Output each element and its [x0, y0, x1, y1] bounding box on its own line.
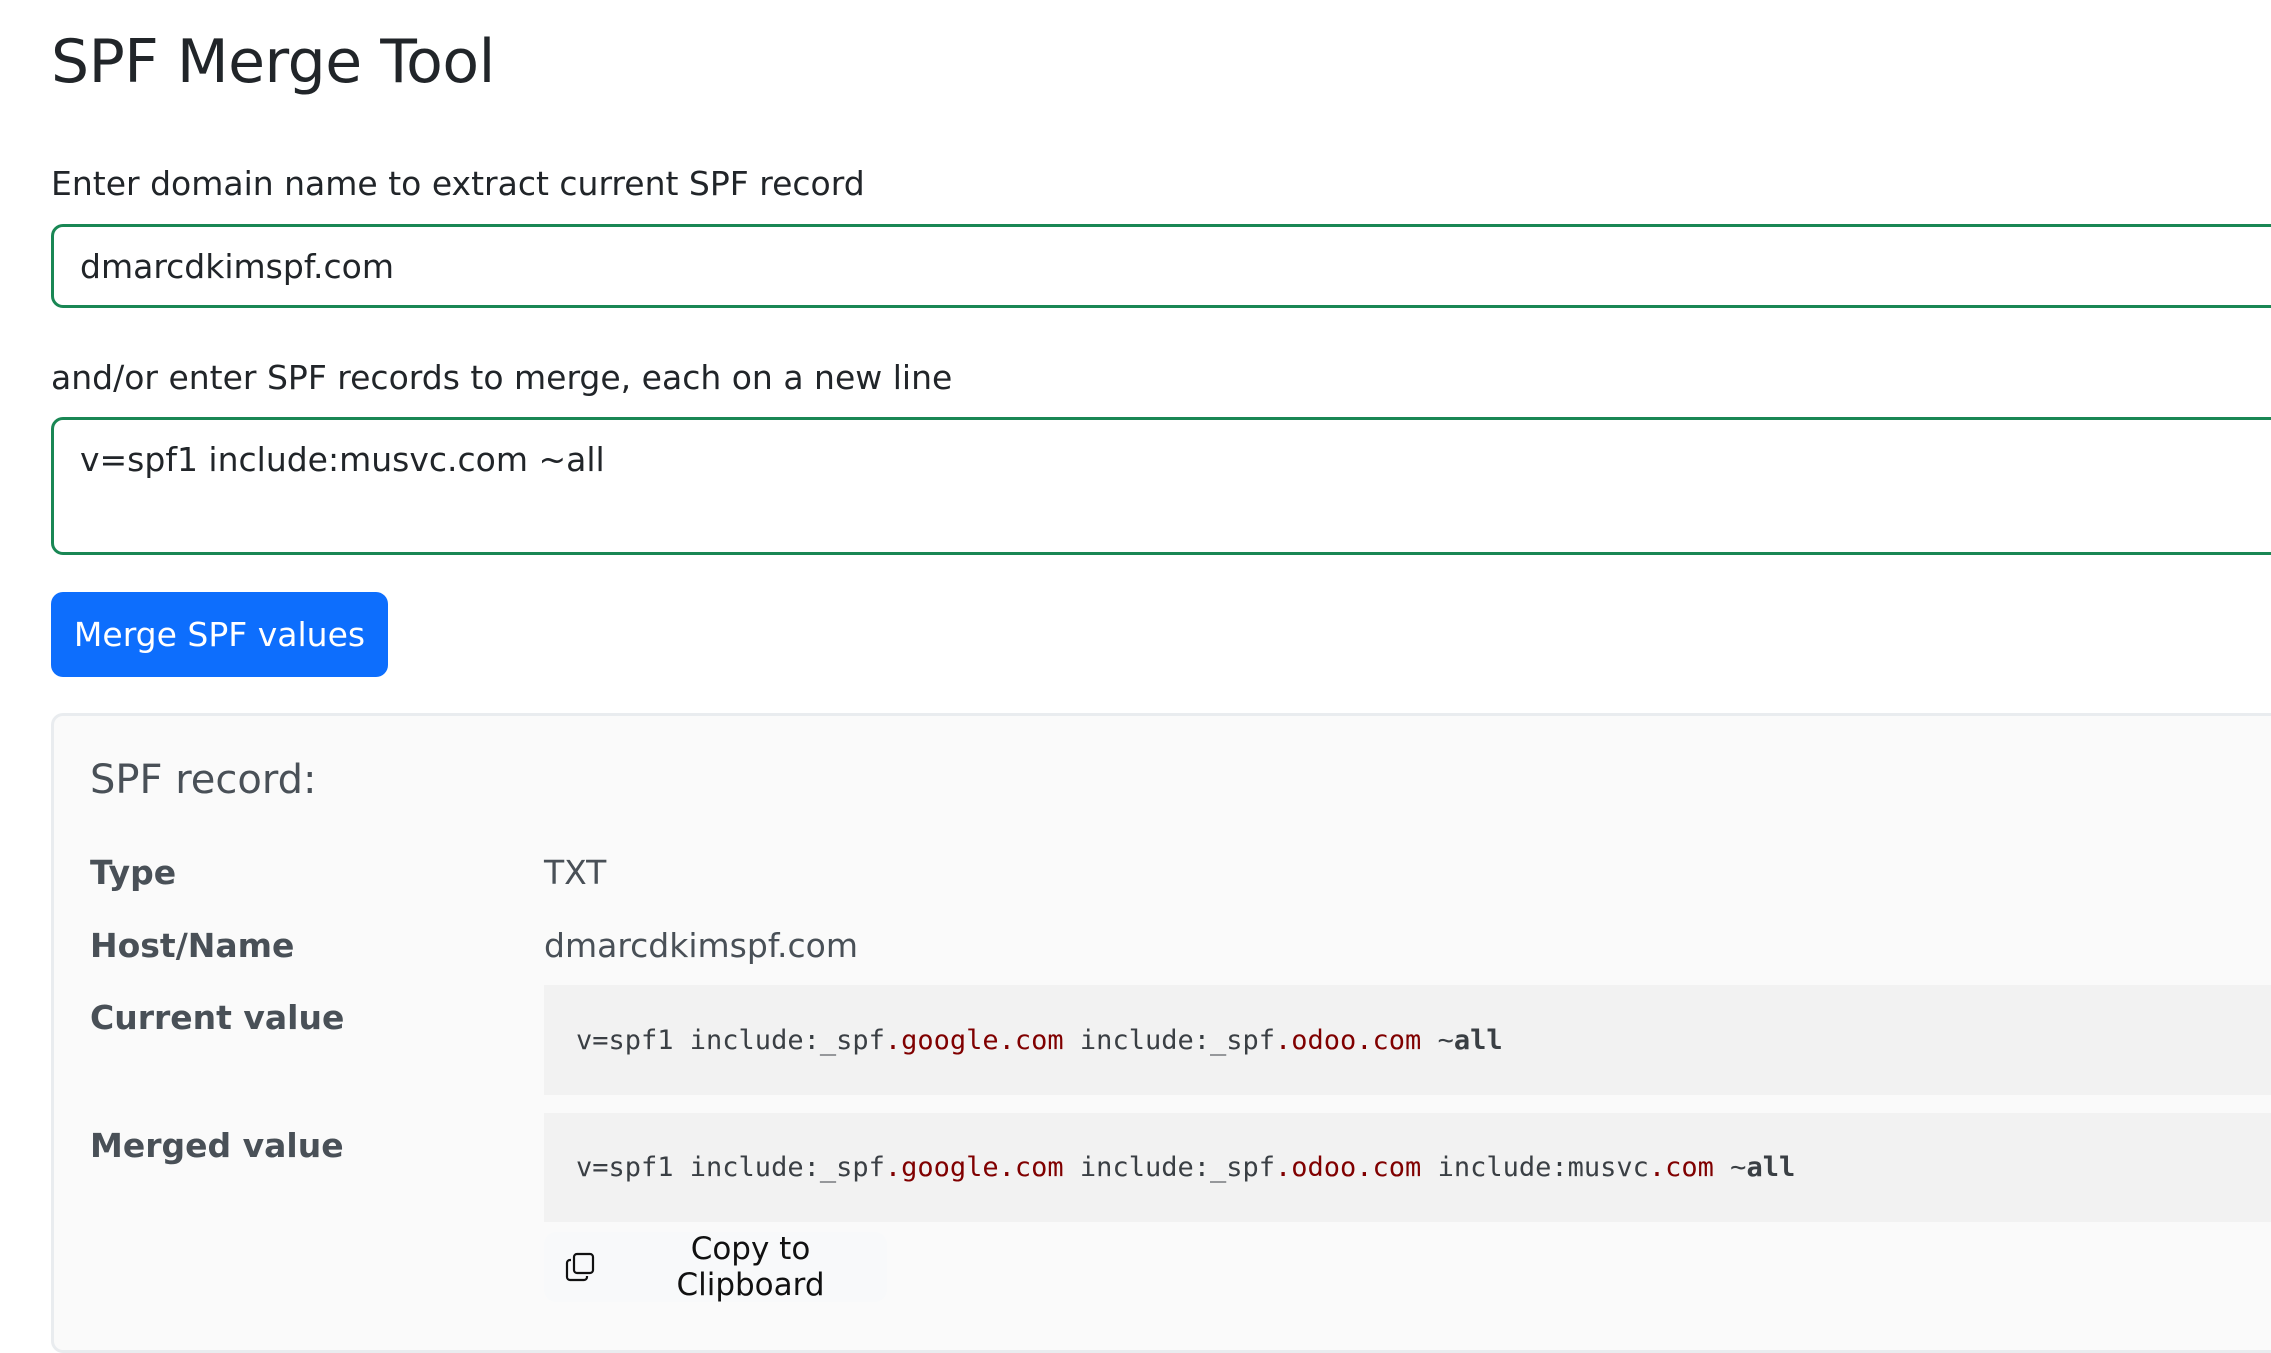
spf-token-domain: .odoo.com — [1275, 1152, 1422, 1183]
merged-value-label: Merged value — [90, 1126, 344, 1165]
spf-token-domain: .odoo.com — [1275, 1024, 1422, 1056]
spf-token-plain: v=spf1 include:_spf — [576, 1024, 885, 1056]
spf-token-bold: all — [1746, 1152, 1796, 1183]
host-label: Host/Name — [90, 926, 295, 965]
spf-token-plain: include:_spf — [1063, 1152, 1275, 1183]
spf-token-plain: include:musvc — [1421, 1152, 1649, 1183]
spf-token-plain: include:_spf — [1063, 1024, 1275, 1056]
domain-input[interactable] — [51, 224, 2271, 308]
spf-token-plain: ~ — [1713, 1152, 1747, 1183]
result-heading: SPF record: — [90, 757, 317, 803]
spf-token-plain: ~ — [1421, 1024, 1454, 1056]
current-value-code: v=spf1 include:_spf .google.com include:_… — [544, 985, 2271, 1095]
copy-label: Copy to Clipboard — [676, 1231, 825, 1303]
spf-token-plain: v=spf1 include:_spf — [576, 1152, 885, 1183]
host-value: dmarcdkimspf.com — [544, 926, 858, 965]
spf-token-domain: .google.com — [884, 1024, 1064, 1056]
spf-token-bold: all — [1453, 1024, 1503, 1056]
spf-records-textarea[interactable]: v=spf1 include:musvc.com ~all — [51, 417, 2271, 555]
copy-to-clipboard-button[interactable]: Copy to Clipboard — [544, 1231, 887, 1303]
copy-icon — [564, 1251, 614, 1283]
type-value: TXT — [544, 853, 607, 892]
current-value-label: Current value — [90, 998, 345, 1037]
merge-spf-button[interactable]: Merge SPF values — [51, 592, 388, 677]
page-title: SPF Merge Tool — [51, 27, 495, 97]
records-label: and/or enter SPF records to merge, each … — [51, 358, 953, 397]
spf-token-domain: .google.com — [884, 1152, 1064, 1183]
spf-token-domain: .com — [1648, 1152, 1714, 1183]
merged-value-code: v=spf1 include:_spf .google.com include:_… — [544, 1113, 2271, 1222]
type-label: Type — [90, 853, 177, 892]
domain-label: Enter domain name to extract current SPF… — [51, 164, 865, 203]
